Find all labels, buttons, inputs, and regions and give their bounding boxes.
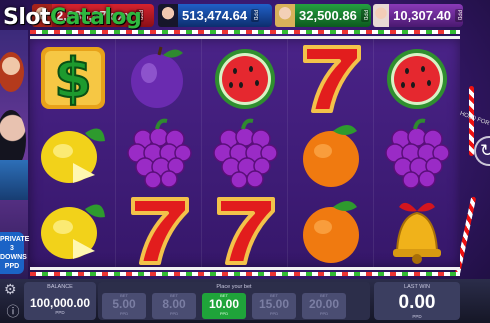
- seven-symbol: [205, 193, 285, 267]
- jackpot-tag: PPD: [251, 9, 260, 22]
- bottom-control-bar: ⚙ ⓘ BALANCE 100,000.00 PPD Place your be…: [0, 279, 490, 323]
- bet-option-8[interactable]: BET 8.00 PPD: [152, 293, 196, 319]
- bet-value: 5.00: [112, 297, 136, 311]
- bet-unit: PPD: [169, 311, 179, 316]
- top-bar: 2,633,87x.xx PPD 513,474.64 PPD 32,500.8…: [0, 0, 490, 32]
- jackpot-avatar: [275, 4, 295, 27]
- jackpot-tag: PPD: [455, 9, 463, 22]
- settings-gear-icon[interactable]: ⚙: [4, 281, 22, 299]
- jackpot-tag: PPD: [360, 9, 369, 22]
- orange-symbol: [291, 117, 371, 191]
- seven-symbol: [119, 193, 199, 267]
- bet-option-10[interactable]: BET 10.00 PPD: [202, 293, 246, 319]
- bet-selector-panel: Place your bet BET 5.00 PPD BET 8.00 PPD…: [98, 282, 370, 320]
- balance-panel: BALANCE 100,000.00 PPD: [24, 282, 96, 320]
- last-win-label: LAST WIN: [404, 284, 430, 290]
- reel-3: [202, 39, 288, 267]
- hold-for-label: HOLD FOR: [458, 110, 490, 128]
- jackpot-amount: 10,307.40: [393, 8, 451, 23]
- reel-1: $: [30, 39, 116, 267]
- christmas-lights-bottom: [30, 272, 460, 276]
- bet-value: 8.00: [162, 297, 186, 311]
- grapes-symbol: [119, 117, 199, 191]
- lemon-symbol: [33, 117, 113, 191]
- christmas-lights-top: [30, 30, 460, 34]
- bet-unit: PPD: [219, 311, 229, 316]
- bell-symbol: [377, 193, 457, 267]
- bet-option-5[interactable]: BET 5.00 PPD: [102, 293, 146, 319]
- bet-unit: PPD: [269, 311, 279, 316]
- reel-5: [374, 39, 460, 267]
- bet-option-15[interactable]: BET 15.00 PPD: [252, 293, 296, 319]
- last-win-value: 0.00: [398, 292, 436, 313]
- last-win-unit: PPD: [412, 314, 422, 319]
- info-icon[interactable]: ⓘ: [4, 301, 22, 319]
- orange-symbol: [291, 193, 371, 267]
- bet-option-20[interactable]: BET 20.00 PPD: [302, 293, 346, 319]
- balance-value: 100,000.00: [29, 296, 91, 310]
- badge-line1: PRIVATE: [0, 236, 30, 243]
- reel-grid: $: [30, 36, 460, 270]
- jackpot-meter-blue: 513,474.64 PPD: [158, 4, 272, 27]
- private-downs-badge[interactable]: PRIVATE 3 DOWNS PPD: [0, 232, 30, 274]
- bet-unit: PPD: [119, 311, 129, 316]
- site-watermark: SlotCatalog: [3, 5, 142, 30]
- lemon-symbol: [33, 193, 113, 267]
- watermelon-symbol: [205, 41, 285, 115]
- last-win-panel: LAST WIN 0.00 PPD: [374, 282, 460, 320]
- bet-unit: PPD: [319, 311, 329, 316]
- jackpot-amount: 32,500.86: [299, 8, 357, 23]
- balance-label: BALANCE: [47, 284, 73, 290]
- bet-value: 15.00: [258, 297, 290, 311]
- balance-unit: PPD: [55, 310, 65, 315]
- svg-text:$: $: [54, 47, 92, 110]
- badge-line3: DOWNS: [0, 254, 27, 261]
- jackpot-meter-purple: 10,307.40 PPD: [373, 4, 463, 27]
- game-stage: ✻ ✻ ✻ PRIVATE 3 DOWNS PPD HOLD FOR ↻ 2,6…: [0, 0, 490, 323]
- spin-button[interactable]: ↻: [474, 136, 490, 166]
- seven-symbol: [291, 41, 371, 115]
- bet-label: Place your bet: [216, 284, 252, 290]
- bet-options: BET 5.00 PPD BET 8.00 PPD BET 10.00 PPD …: [102, 293, 346, 319]
- reel-2: [116, 39, 202, 267]
- plum-symbol: [119, 41, 199, 115]
- badge-line4: PPD: [4, 263, 20, 270]
- grapes-symbol: [377, 117, 457, 191]
- brand-part2: Catalog: [50, 5, 142, 30]
- grapes-symbol: [205, 117, 285, 191]
- bet-value: 10.00: [208, 297, 240, 311]
- dollar-symbol: $: [33, 41, 113, 115]
- badge-line2: 3: [10, 245, 14, 252]
- jackpot-amount: 513,474.64: [182, 8, 248, 23]
- blue-dress-decoration: [0, 160, 28, 200]
- watermelon-symbol: [377, 41, 457, 115]
- brand-part1: Slot: [3, 5, 51, 30]
- jackpot-avatar: [158, 4, 178, 27]
- spin-arrow-icon: ↻: [480, 141, 490, 160]
- bet-value: 20.00: [308, 297, 340, 311]
- jackpot-avatar: [373, 4, 390, 27]
- reel-4: [288, 39, 374, 267]
- jackpot-meter-green: 32,500.86 PPD: [275, 4, 371, 27]
